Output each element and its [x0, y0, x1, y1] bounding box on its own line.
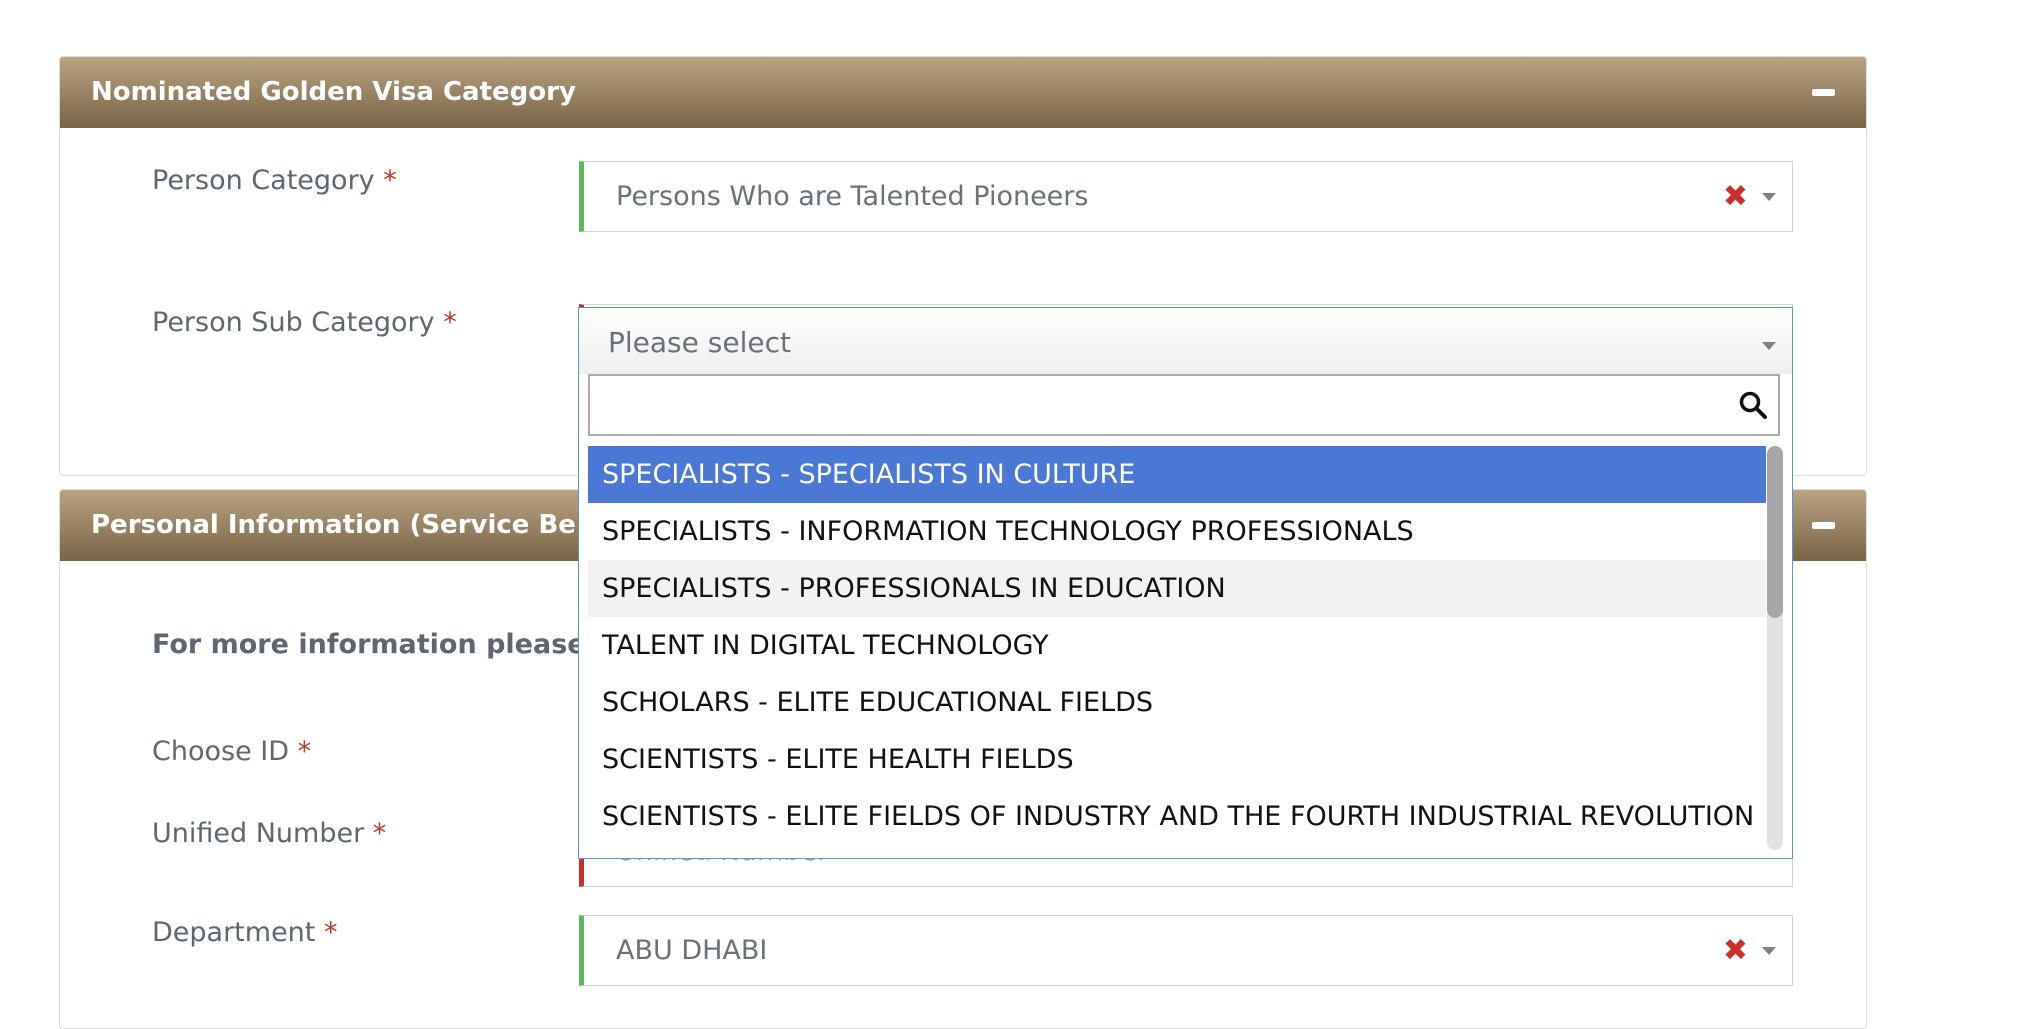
person-category-label: Person Category *	[152, 165, 397, 196]
dropdown-option[interactable]: TALENT IN DIGITAL TECHNOLOGY	[588, 617, 1766, 674]
label-text: Person Sub Category	[152, 307, 435, 338]
required-marker: *	[383, 165, 397, 196]
required-marker: *	[443, 307, 457, 338]
caret-down-icon	[1762, 193, 1776, 201]
dropdown-option[interactable]: SCIENTISTS - ELITE FIELDS OF INDUSTRY AN…	[588, 788, 1766, 845]
panel-title: Personal Information (Service Benef	[91, 510, 624, 540]
required-marker: *	[372, 818, 387, 849]
person-sub-category-label: Person Sub Category *	[152, 307, 457, 338]
person-category-select[interactable]: Persons Who are Talented Pioneers ✖	[579, 161, 1793, 232]
label-text: Choose ID	[152, 736, 290, 767]
choose-id-label: Choose ID *	[152, 736, 311, 767]
dropdown-search-input[interactable]	[588, 374, 1780, 436]
dropdown-option[interactable]: SPECIALISTS - INFORMATION TECHNOLOGY PRO…	[588, 503, 1766, 560]
person-sub-category-select[interactable]: Please select	[579, 308, 1792, 374]
minus-icon[interactable]	[1812, 89, 1835, 96]
clear-x-icon[interactable]: ✖	[1723, 162, 1748, 231]
label-text: Person Category	[152, 165, 375, 196]
dropdown-option[interactable]: SPECIALISTS - PROFESSIONALS IN EDUCATION	[588, 560, 1766, 617]
department-select[interactable]: ABU DHABI ✖	[579, 915, 1793, 986]
dropdown-options-list: SPECIALISTS - SPECIALISTS IN CULTURE SPE…	[588, 446, 1766, 852]
dropdown-option[interactable]: SCIENTISTS - ELITE HEALTH FIELDS	[588, 731, 1766, 788]
dropdown-option[interactable]: SPECIALISTS - SPECIALISTS IN CULTURE	[588, 446, 1766, 503]
label-text: Department	[152, 917, 316, 948]
dropdown-scrollbar[interactable]	[1767, 446, 1783, 850]
person-sub-category-dropdown[interactable]: Please select SPECIALISTS - SPECIALISTS …	[578, 307, 1793, 859]
caret-down-icon	[1762, 947, 1776, 955]
panel-title: Nominated Golden Visa Category	[91, 77, 576, 107]
info-text: For more information please che	[152, 629, 649, 660]
department-label: Department *	[152, 917, 337, 948]
select-placeholder: Please select	[608, 326, 791, 359]
clear-x-icon[interactable]: ✖	[1723, 916, 1748, 985]
selected-value: Persons Who are Talented Pioneers	[616, 181, 1089, 212]
label-text: Unified Number	[152, 818, 365, 849]
required-marker: *	[323, 917, 338, 948]
scrollbar-thumb[interactable]	[1767, 446, 1783, 618]
search-icon	[1739, 391, 1767, 419]
unified-number-label: Unified Number *	[152, 818, 386, 849]
selected-value: ABU DHABI	[616, 935, 768, 966]
minus-icon[interactable]	[1812, 522, 1835, 529]
caret-down-icon	[1762, 342, 1776, 350]
panel-header: Nominated Golden Visa Category	[60, 57, 1866, 128]
dropdown-option[interactable]: SCHOLARS - ELITE EDUCATIONAL FIELDS	[588, 674, 1766, 731]
required-marker: *	[297, 736, 312, 767]
